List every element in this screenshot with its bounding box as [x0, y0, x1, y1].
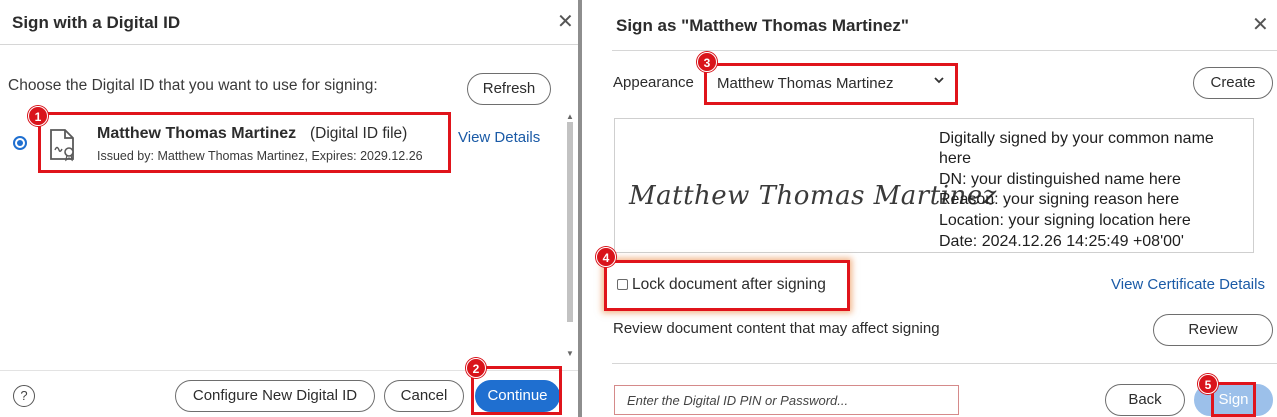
digital-id-issued: Issued by: Matthew Thomas Martinez, Expi… — [97, 149, 423, 163]
appearance-value: Matthew Thomas Martinez — [717, 75, 894, 92]
pin-password-input[interactable]: Enter the Digital ID PIN or Password... — [614, 385, 959, 415]
signature-detail-line: Date: 2024.12.26 14:25:49 +08'00' — [939, 233, 1184, 250]
lock-document-checkbox[interactable] — [617, 279, 628, 290]
chevron-down-icon — [933, 73, 945, 90]
scrollbar[interactable]: ▲ ▼ — [566, 112, 574, 362]
annotation-marker-2: 2 — [466, 358, 486, 378]
digital-id-type: (Digital ID file) — [310, 125, 408, 142]
annotation-marker-5: 5 — [1198, 374, 1218, 394]
sign-with-digital-id-dialog: Sign with a Digital ID ✕ Choose the Digi… — [0, 0, 578, 417]
review-document-text: Review document content that may affect … — [613, 320, 940, 337]
appearance-label: Appearance — [613, 74, 694, 91]
view-details-link[interactable]: View Details — [458, 129, 540, 146]
signature-detail-line: Digitally signed by your common name — [939, 130, 1214, 147]
close-icon[interactable]: ✕ — [1252, 15, 1269, 35]
title-divider — [0, 44, 578, 45]
view-certificate-details-link[interactable]: View Certificate Details — [1111, 276, 1265, 293]
signature-preview: Matthew Thomas Martinez Digitally signed… — [614, 118, 1254, 253]
continue-button[interactable]: Continue — [475, 380, 560, 412]
scroll-up-arrow-icon[interactable]: ▲ — [566, 112, 574, 121]
certificate-file-icon — [48, 128, 78, 167]
appearance-select[interactable]: Matthew Thomas Martinez — [707, 66, 954, 102]
scroll-down-arrow-icon[interactable]: ▼ — [566, 349, 574, 358]
choose-id-prompt: Choose the Digital ID that you want to u… — [8, 77, 378, 94]
review-button[interactable]: Review — [1153, 314, 1273, 346]
refresh-button[interactable]: Refresh — [467, 73, 551, 105]
signature-detail-line: here — [939, 150, 972, 167]
footer-divider — [0, 370, 578, 371]
scroll-thumb[interactable] — [567, 122, 573, 322]
annotation-marker-4: 4 — [596, 247, 616, 267]
help-icon[interactable]: ? — [13, 385, 35, 407]
dialog-title: Sign with a Digital ID — [12, 13, 181, 32]
annotation-marker-3: 3 — [697, 52, 717, 72]
configure-new-digital-id-button[interactable]: Configure New Digital ID — [175, 380, 375, 412]
signature-detail-line: Location: your signing location here — [939, 212, 1191, 229]
back-button[interactable]: Back — [1105, 384, 1185, 416]
lock-document-label: Lock document after signing — [632, 276, 826, 293]
create-button[interactable]: Create — [1193, 67, 1273, 99]
dialog-title: Sign as "Matthew Thomas Martinez" — [616, 16, 909, 35]
title-divider — [612, 50, 1277, 51]
sign-as-dialog: Sign as "Matthew Thomas Martinez" ✕ Appe… — [582, 0, 1277, 417]
digital-id-name: Matthew Thomas Martinez — [97, 125, 297, 142]
footer-divider — [612, 363, 1277, 364]
close-icon[interactable]: ✕ — [557, 12, 574, 32]
digital-id-radio[interactable] — [13, 136, 27, 150]
cancel-button[interactable]: Cancel — [384, 380, 464, 412]
signature-detail-line: Reason: your signing reason here — [939, 191, 1180, 208]
signature-detail-line: DN: your distinguished name here — [939, 171, 1181, 188]
annotation-marker-1: 1 — [28, 106, 48, 126]
